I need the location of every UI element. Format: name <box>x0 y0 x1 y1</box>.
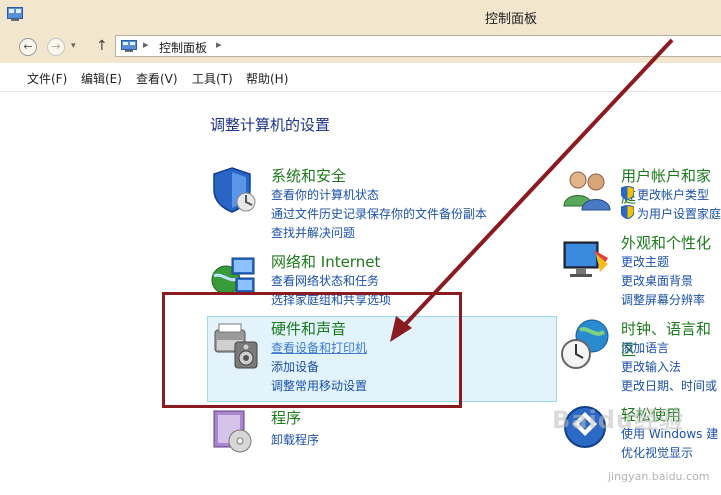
watermark-url: jingyan.baidu.com <box>608 470 710 483</box>
watermark-logo: Baidu经验 <box>552 406 684 434</box>
